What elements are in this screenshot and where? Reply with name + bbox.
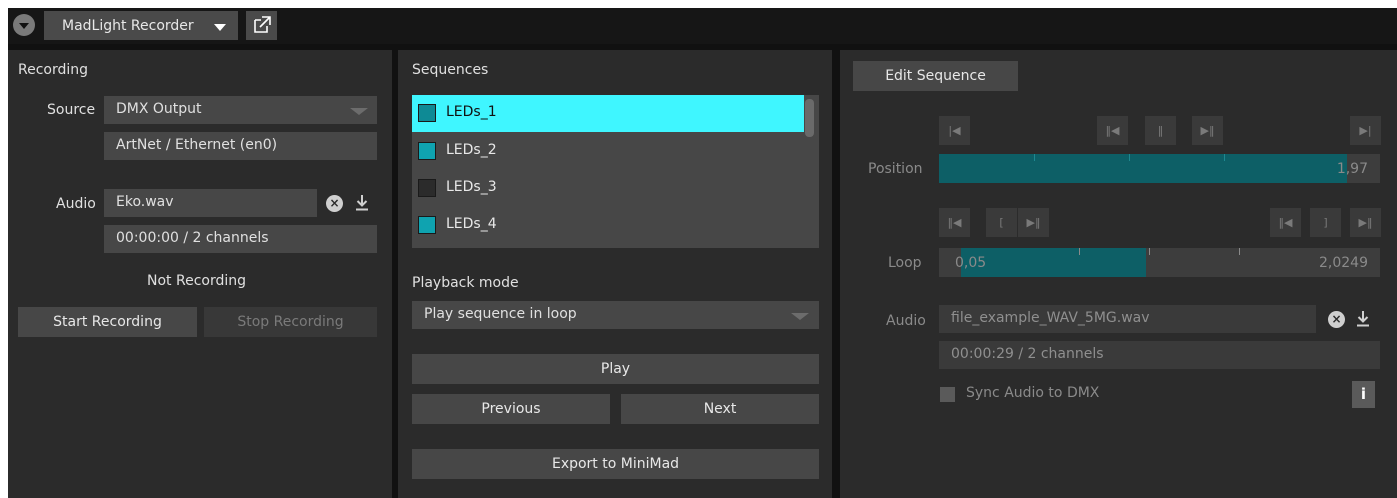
go-to-start-button[interactable]: |◀ xyxy=(939,116,970,145)
step-forward-icon: ▶‖ xyxy=(1026,216,1041,229)
sync-audio-checkbox[interactable] xyxy=(940,387,955,402)
next-step-button[interactable]: ▶‖ xyxy=(1192,116,1223,145)
position-tick xyxy=(1129,154,1130,161)
audio-file-field[interactable]: Eko.wav xyxy=(104,189,317,217)
loop-label: Loop xyxy=(888,255,922,271)
loop-step-back-button[interactable]: ‖◀ xyxy=(939,208,970,237)
popout-window-button[interactable] xyxy=(246,11,277,40)
sequence-color-swatch xyxy=(418,104,436,122)
sequence-list-scrollbar[interactable] xyxy=(805,99,814,137)
position-value: 1,97 xyxy=(1336,161,1368,177)
step-back-icon: ‖◀ xyxy=(1278,216,1293,229)
loop-tick xyxy=(1239,248,1240,255)
playback-mode-value: Play sequence in loop xyxy=(424,306,577,322)
external-link-icon xyxy=(254,16,271,33)
playback-mode-dropdown[interactable]: Play sequence in loop xyxy=(412,301,819,329)
loop-tick xyxy=(1149,248,1150,255)
list-item[interactable]: LEDs_2 xyxy=(412,133,804,170)
bracket-open-icon: [ xyxy=(999,216,1004,229)
step-forward-icon: ▶‖ xyxy=(1200,124,1215,137)
loop-step-forward-button[interactable]: ▶‖ xyxy=(1018,208,1049,237)
step-back-icon: ‖◀ xyxy=(1105,124,1120,137)
loop-end-step-back-button[interactable]: ‖◀ xyxy=(1270,208,1301,237)
sequence-color-swatch xyxy=(418,216,436,234)
start-recording-button[interactable]: Start Recording xyxy=(18,307,197,337)
sequences-title: Sequences xyxy=(412,62,489,78)
loop-range-slider[interactable]: 0,05 2,0249 xyxy=(939,248,1380,277)
export-to-minimad-button[interactable]: Export to MiniMad xyxy=(412,449,819,479)
app-selector-dropdown[interactable]: MadLight Recorder xyxy=(44,11,238,40)
source-value: DMX Output xyxy=(116,101,202,117)
next-button[interactable]: Next xyxy=(621,394,819,424)
info-icon[interactable]: i xyxy=(1352,381,1375,408)
sequence-label: LEDs_4 xyxy=(446,216,497,232)
previous-step-button[interactable]: ‖◀ xyxy=(1097,116,1128,145)
go-to-end-button[interactable]: ▶| xyxy=(1350,116,1381,145)
playback-mode-label: Playback mode xyxy=(412,275,519,291)
app-selector-label: MadLight Recorder xyxy=(62,18,194,34)
recording-title: Recording xyxy=(18,62,89,78)
position-tick xyxy=(1034,154,1035,161)
audio-info-value: 00:00:00 / 2 channels xyxy=(116,230,269,246)
skip-end-icon: ▶| xyxy=(1359,124,1372,137)
stop-recording-button[interactable]: Stop Recording xyxy=(204,307,377,337)
download-icon[interactable] xyxy=(355,194,369,211)
position-tick xyxy=(1224,154,1225,161)
clear-icon[interactable]: × xyxy=(326,195,343,212)
editor-audio-info-field: 00:00:29 / 2 channels xyxy=(939,341,1380,369)
step-back-icon: ‖◀ xyxy=(947,216,962,229)
sequence-list[interactable]: LEDs_1 LEDs_2 LEDs_3 LEDs_4 xyxy=(412,95,819,248)
source-label: Source xyxy=(47,102,96,118)
position-slider[interactable]: 1,97 xyxy=(939,154,1380,183)
editor-audio-file-field[interactable]: file_example_WAV_5MG.wav xyxy=(939,305,1316,333)
loop-end-value: 2,0249 xyxy=(1319,255,1368,271)
sync-audio-label: Sync Audio to DMX xyxy=(966,385,1100,401)
play-button[interactable]: Play xyxy=(412,354,819,384)
sequence-label: LEDs_2 xyxy=(446,142,497,158)
edit-sequence-button[interactable]: Edit Sequence xyxy=(853,61,1018,91)
step-forward-icon: ▶‖ xyxy=(1358,216,1373,229)
previous-button[interactable]: Previous xyxy=(412,394,610,424)
chevron-down-icon xyxy=(791,313,809,320)
chevron-down-icon xyxy=(214,24,226,31)
chevron-down-icon xyxy=(350,108,368,115)
editor-audio-label: Audio xyxy=(886,313,926,329)
collapse-icon[interactable] xyxy=(13,14,35,36)
position-label: Position xyxy=(868,161,923,177)
sequence-color-swatch xyxy=(418,142,436,160)
loop-out-button[interactable]: ] xyxy=(1310,208,1341,237)
pause-button[interactable]: ‖ xyxy=(1145,116,1176,145)
audio-file-value: Eko.wav xyxy=(116,194,174,210)
pause-icon: ‖ xyxy=(1157,124,1164,137)
skip-start-icon: |◀ xyxy=(948,124,961,137)
sequence-label: LEDs_1 xyxy=(446,104,497,120)
sequence-color-swatch xyxy=(418,179,436,197)
sequence-label: LEDs_3 xyxy=(446,179,497,195)
loop-end-step-forward-button[interactable]: ▶‖ xyxy=(1350,208,1381,237)
source-dropdown[interactable]: DMX Output xyxy=(104,96,377,124)
loop-start-value: 0,05 xyxy=(955,255,987,271)
bracket-close-icon: ] xyxy=(1323,216,1328,229)
list-item[interactable]: LEDs_4 xyxy=(412,207,804,244)
audio-info-field: 00:00:00 / 2 channels xyxy=(104,225,377,253)
list-item[interactable]: LEDs_1 xyxy=(412,95,804,132)
editor-audio-file-value: file_example_WAV_5MG.wav xyxy=(951,310,1150,326)
recording-status: Not Recording xyxy=(147,273,246,289)
editor-audio-info-value: 00:00:29 / 2 channels xyxy=(951,346,1104,362)
audio-label: Audio xyxy=(56,196,96,212)
position-fill xyxy=(939,154,1347,183)
loop-range-fill xyxy=(961,248,1146,277)
source-detail-field: ArtNet / Ethernet (en0) xyxy=(104,132,377,160)
loop-in-button[interactable]: [ xyxy=(986,208,1017,237)
download-icon[interactable] xyxy=(1356,310,1370,327)
clear-icon[interactable]: × xyxy=(1328,311,1345,328)
source-detail-value: ArtNet / Ethernet (en0) xyxy=(116,137,278,153)
loop-tick xyxy=(1079,248,1080,255)
list-item[interactable]: LEDs_3 xyxy=(412,170,804,207)
